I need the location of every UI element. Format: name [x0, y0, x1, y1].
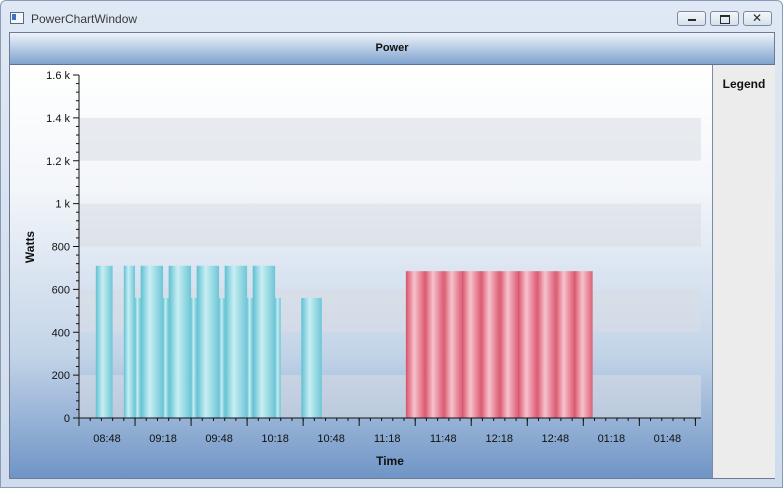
x-tick-label: 11:48 [430, 433, 457, 445]
x-tick-label: 09:18 [149, 433, 177, 445]
y-tick-label: 600 [52, 284, 70, 296]
x-tick-label: 10:48 [317, 433, 345, 445]
bar-red-6 [517, 271, 537, 418]
y-tick-label: 1.2 k [46, 156, 70, 168]
bar-red-0 [405, 271, 425, 418]
x-tick-label: 12:18 [486, 433, 514, 445]
bar-blue-4 [163, 297, 169, 418]
bar-blue-9 [224, 265, 248, 418]
bar-red-9 [573, 271, 593, 418]
bar-blue-10 [247, 297, 253, 418]
bar-blue-12 [275, 297, 281, 418]
x-tick-label: 09:48 [205, 433, 233, 445]
power-chart-window: PowerChartWindow ✕ Power Legend 0 200 40… [0, 0, 783, 488]
x-tick-label: 12:48 [542, 433, 570, 445]
bar-red-1 [424, 271, 444, 418]
bar-blue-0 [95, 265, 113, 418]
bar-red-3 [461, 271, 481, 418]
x-tick-label: 08:48 [93, 433, 121, 445]
bar-red-5 [499, 271, 518, 418]
bar-red-7 [536, 271, 556, 418]
y-tick-label: 200 [52, 370, 70, 382]
y-tick-label: 400 [52, 327, 70, 339]
power-chart-svg: 0 200 400 600 800 1 k 1.2 k 1.4 k 1.6 k 08:48 09:1… [23, 70, 701, 468]
x-tick-label: 10:18 [261, 433, 289, 445]
bar-blue-3 [140, 265, 164, 418]
bar-blue-8 [219, 297, 225, 418]
bar-blue-7 [196, 265, 220, 418]
bar-blue-2 [135, 297, 141, 418]
x-axis-title: Time [376, 454, 404, 468]
y-tick-label: 1.6 k [46, 70, 70, 82]
bar-blue-5 [168, 265, 192, 418]
y-tick-label: 1 k [55, 199, 70, 211]
x-tick-label: 01:48 [654, 433, 682, 445]
y-tick-label: 1.4 k [46, 113, 70, 125]
bar-red-8 [555, 271, 574, 418]
grid-band [79, 117, 701, 161]
bar-blue-13 [301, 297, 322, 418]
y-tick-label: 0 [64, 413, 70, 425]
bar-red-2 [443, 271, 462, 418]
bar-blue-1 [123, 265, 136, 418]
bar-red-4 [480, 271, 500, 418]
grid-band [79, 203, 701, 247]
y-axis-title: Watts [23, 231, 37, 264]
x-tick-label: 01:18 [598, 433, 626, 445]
y-tick-label: 800 [52, 242, 70, 254]
x-tick-label: 11:18 [374, 433, 401, 445]
bar-blue-6 [191, 297, 197, 418]
bar-blue-11 [252, 265, 276, 418]
